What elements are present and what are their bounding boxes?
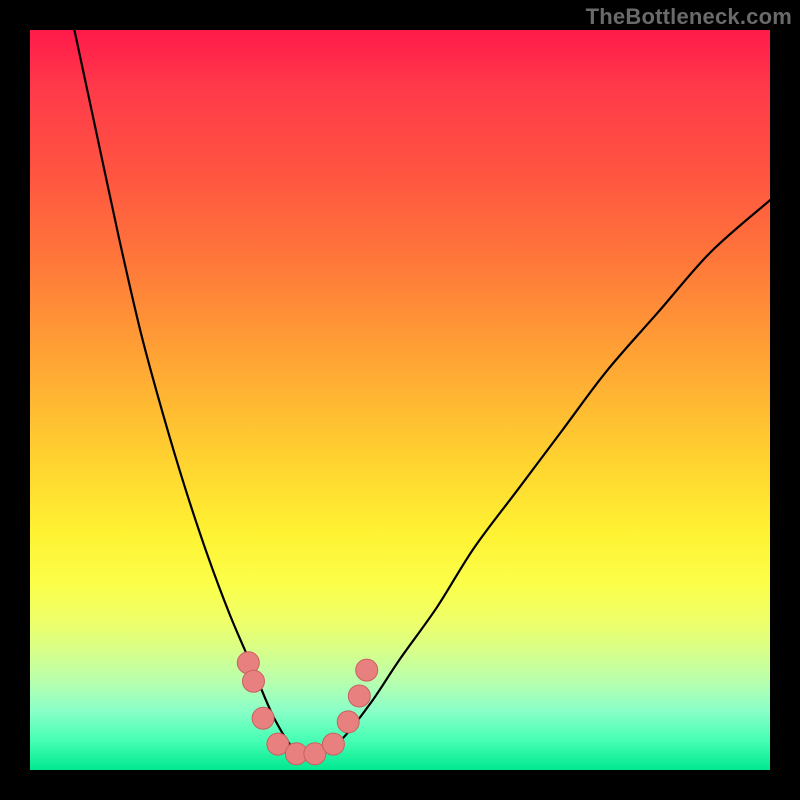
curve-marker xyxy=(242,670,264,692)
bottleneck-curve xyxy=(74,30,770,756)
chart-frame: TheBottleneck.com xyxy=(0,0,800,800)
curve-marker xyxy=(322,733,344,755)
curve-marker xyxy=(337,711,359,733)
curve-marker xyxy=(348,685,370,707)
plot-area xyxy=(30,30,770,770)
curve-layer xyxy=(30,30,770,770)
curve-marker xyxy=(252,707,274,729)
curve-marker xyxy=(356,659,378,681)
marker-layer xyxy=(237,652,377,765)
watermark-text: TheBottleneck.com xyxy=(586,4,792,30)
